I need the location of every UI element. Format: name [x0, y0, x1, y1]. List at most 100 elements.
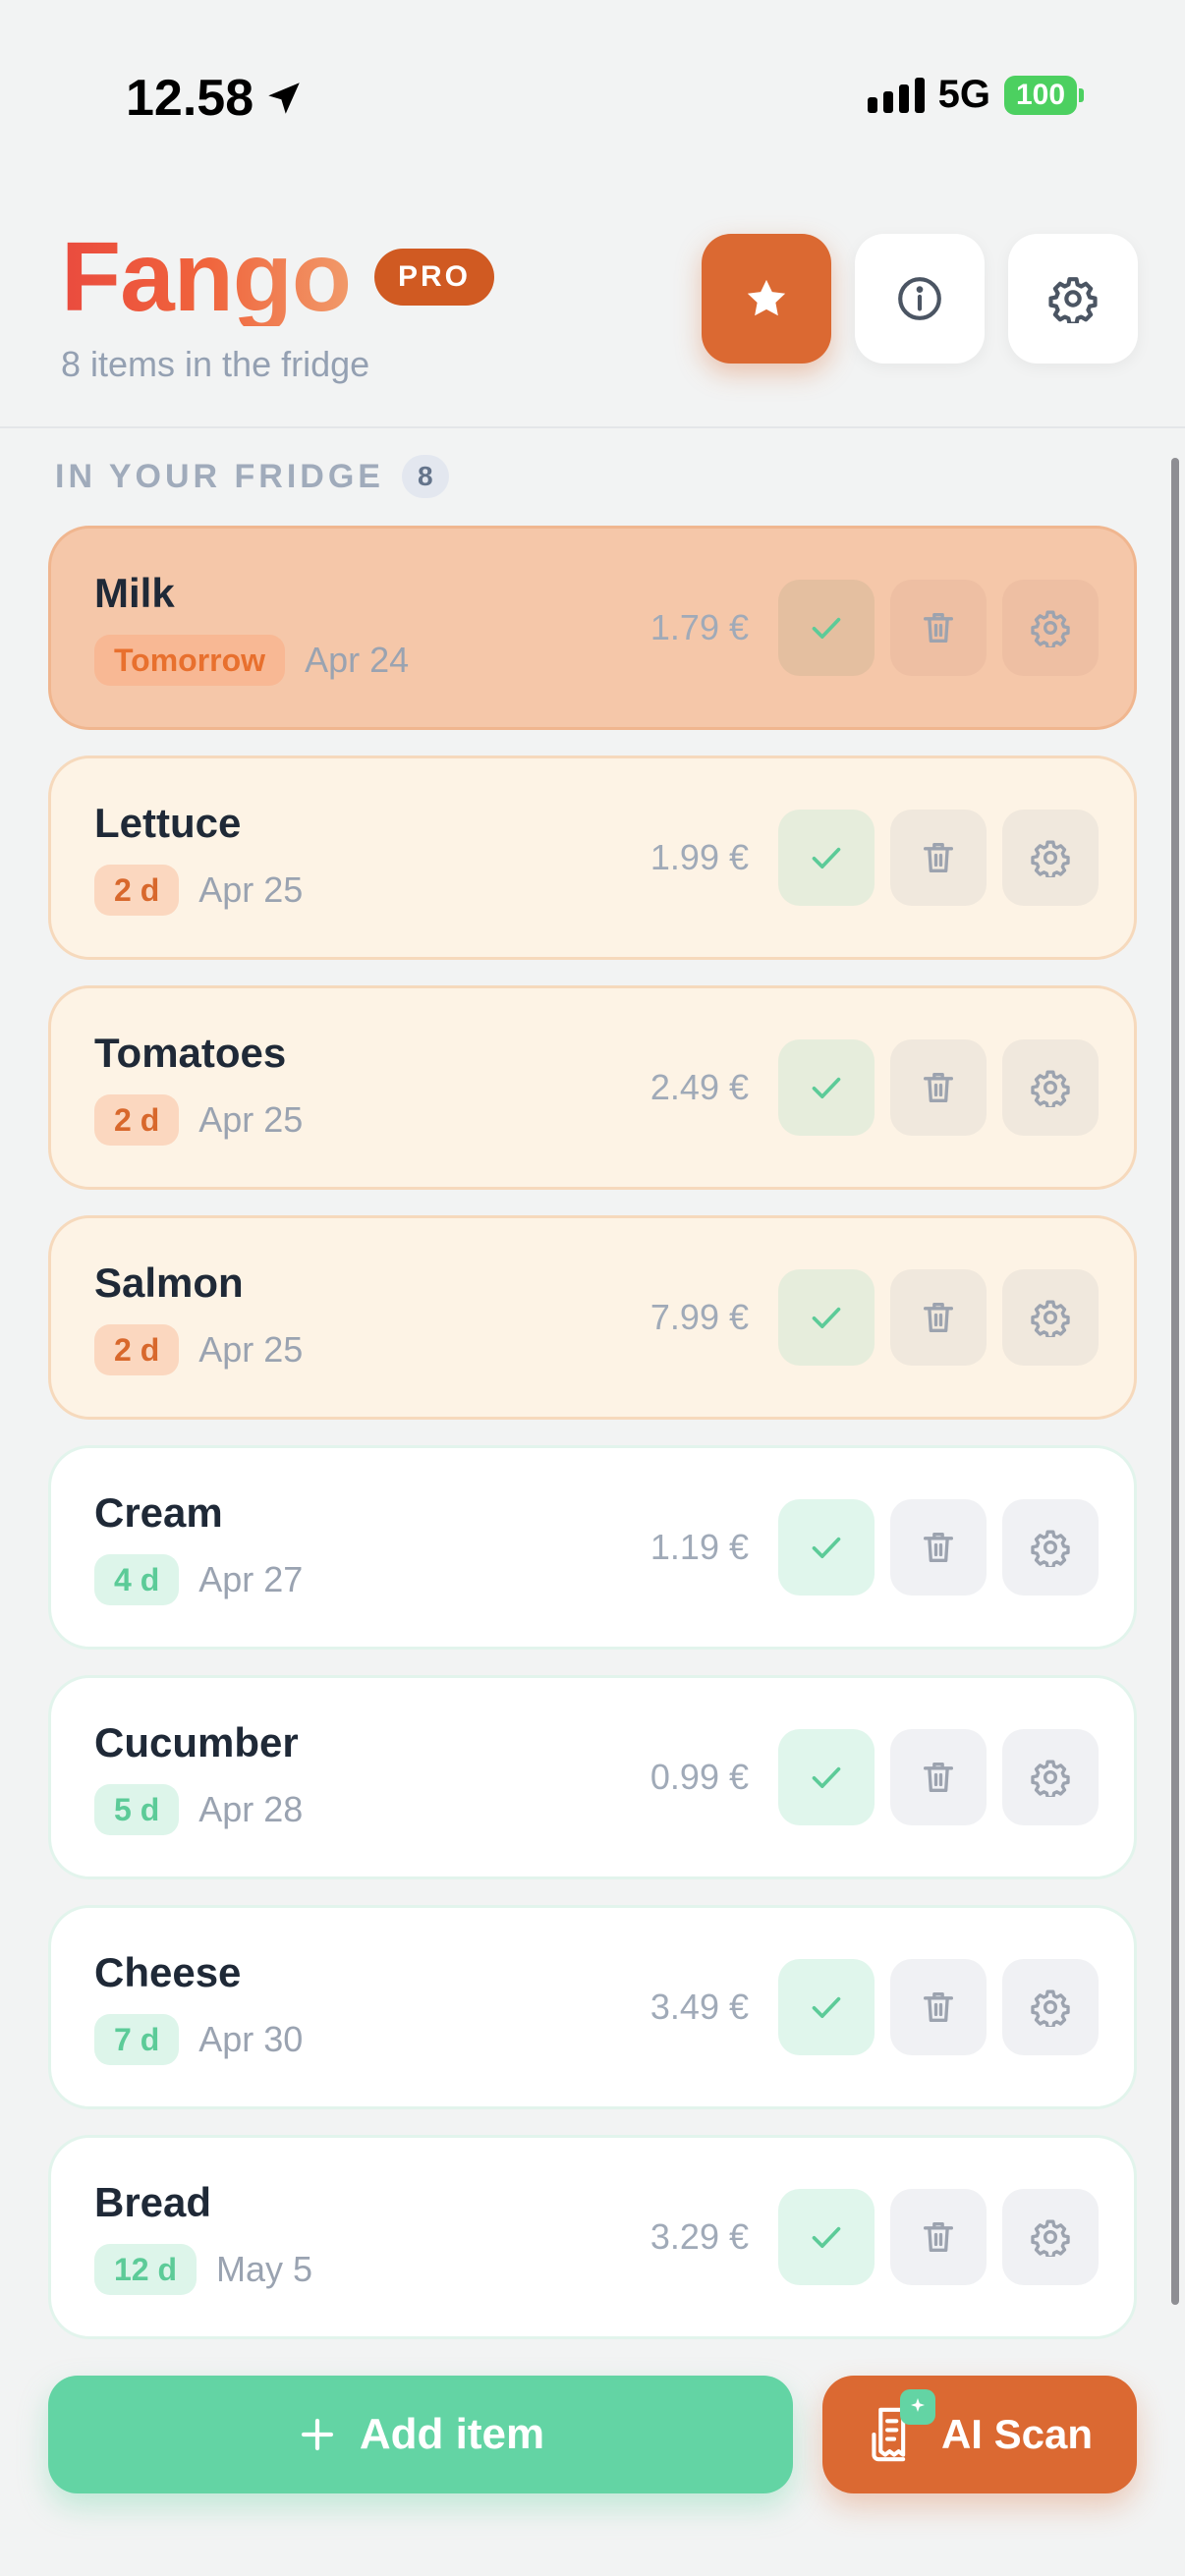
item-price: 0.99 €: [649, 1757, 749, 1797]
delete-item-button[interactable]: [890, 1499, 987, 1596]
item-price: 2.49 €: [649, 1067, 749, 1107]
check-icon: [812, 2226, 841, 2248]
fridge-item-card[interactable]: Tomatoes 2 d Apr 25 2.49 €: [48, 985, 1137, 1190]
info-icon: [898, 277, 941, 320]
favorites-button[interactable]: [702, 234, 831, 364]
days-left-badge: 4 d: [94, 1554, 180, 1605]
trash-icon: [924, 2222, 953, 2252]
item-name: Salmon: [94, 1260, 244, 1306]
scrollbar[interactable]: [1171, 458, 1179, 2305]
mark-used-button[interactable]: [778, 580, 875, 676]
gear-icon: [1031, 1530, 1070, 1567]
item-settings-button[interactable]: [1002, 580, 1099, 676]
fridge-item-card[interactable]: Cheese 7 d Apr 30 3.49 €: [48, 1905, 1137, 2109]
status-time: 12.58: [126, 69, 305, 128]
delete-item-button[interactable]: [890, 1039, 987, 1136]
pro-badge: PRO: [373, 249, 494, 306]
item-settings-button[interactable]: [1002, 810, 1099, 906]
mark-used-button[interactable]: [778, 810, 875, 906]
trash-icon: [924, 1992, 953, 2022]
item-name: Cream: [94, 1489, 223, 1536]
days-left-badge: 7 d: [94, 2014, 180, 2065]
fridge-item-card[interactable]: Salmon 2 d Apr 25 7.99 €: [48, 1215, 1137, 1420]
check-icon: [812, 1307, 841, 1328]
item-settings-button[interactable]: [1002, 1729, 1099, 1825]
check-icon: [812, 1766, 841, 1788]
mark-used-button[interactable]: [778, 1039, 875, 1136]
days-left-badge: 2 d: [94, 865, 180, 916]
item-meta: 4 d Apr 27: [94, 1554, 303, 1605]
item-price: 3.49 €: [649, 1987, 749, 2027]
item-price: 1.79 €: [649, 607, 749, 647]
receipt-icon: [867, 2389, 935, 2466]
item-name: Cheese: [94, 1949, 242, 1995]
add-item-label: Add item: [359, 2410, 545, 2458]
item-meta: 2 d Apr 25: [94, 865, 303, 916]
item-settings-button[interactable]: [1002, 2189, 1099, 2285]
item-count-subtitle: 8 items in the fridge: [61, 344, 370, 384]
gear-icon: [1031, 840, 1070, 877]
mark-used-button[interactable]: [778, 1269, 875, 1366]
section-title: IN YOUR FRIDGE: [55, 457, 384, 495]
trash-icon: [924, 1533, 953, 1562]
days-left-badge: 5 d: [94, 1784, 180, 1835]
delete-item-button[interactable]: [890, 580, 987, 676]
days-left-badge: 12 d: [94, 2244, 198, 2295]
fridge-item-card[interactable]: Milk Tomorrow Apr 24 1.79 €: [48, 526, 1137, 730]
signal-icon: [867, 77, 925, 113]
days-left-badge: 2 d: [94, 1324, 180, 1375]
add-item-button[interactable]: Add item: [48, 2376, 793, 2493]
settings-button[interactable]: [1008, 234, 1138, 364]
expiry-date: Apr 25: [198, 1099, 304, 1140]
item-settings-button[interactable]: [1002, 1959, 1099, 2055]
check-icon: [812, 847, 841, 868]
delete-item-button[interactable]: [890, 810, 987, 906]
delete-item-button[interactable]: [890, 1269, 987, 1366]
mark-used-button[interactable]: [778, 1499, 875, 1596]
item-name: Milk: [94, 570, 175, 616]
item-price: 1.19 €: [649, 1527, 749, 1567]
item-price: 3.29 €: [649, 2216, 749, 2257]
gear-icon: [1031, 610, 1070, 647]
trash-icon: [924, 1073, 953, 1102]
network-type: 5G: [937, 73, 990, 116]
delete-item-button[interactable]: [890, 1959, 987, 2055]
expiry-date: Apr 28: [198, 1789, 304, 1829]
expiry-date: Apr 25: [198, 869, 304, 910]
status-time-text: 12.58: [126, 70, 254, 127]
delete-item-button[interactable]: [890, 1729, 987, 1825]
item-meta: 2 d Apr 25: [94, 1094, 303, 1146]
item-settings-button[interactable]: [1002, 1039, 1099, 1136]
expiry-date: Apr 27: [198, 1559, 304, 1599]
item-price: 7.99 €: [649, 1297, 749, 1337]
app-title: Fango: [61, 222, 352, 332]
item-meta: 2 d Apr 25: [94, 1324, 303, 1375]
item-settings-button[interactable]: [1002, 1269, 1099, 1366]
item-settings-button[interactable]: [1002, 1499, 1099, 1596]
fridge-item-card[interactable]: Bread 12 d May 5 3.29 €: [48, 2135, 1137, 2339]
check-icon: [812, 617, 841, 639]
expiry-date: Apr 25: [198, 1329, 304, 1370]
days-left-badge: 2 d: [94, 1094, 180, 1146]
item-name: Lettuce: [94, 800, 242, 846]
gear-icon: [1031, 2219, 1070, 2257]
mark-used-button[interactable]: [778, 1959, 875, 2055]
ai-scan-button[interactable]: AI Scan: [822, 2376, 1137, 2493]
battery-icon: 100: [1004, 75, 1084, 115]
info-button[interactable]: [855, 234, 985, 364]
fridge-item-card[interactable]: Cucumber 5 d Apr 28 0.99 €: [48, 1675, 1137, 1879]
item-meta: Tomorrow Apr 24: [94, 635, 409, 686]
fridge-item-card[interactable]: Lettuce 2 d Apr 25 1.99 €: [48, 756, 1137, 960]
mark-used-button[interactable]: [778, 1729, 875, 1825]
check-icon: [812, 1077, 841, 1098]
star-icon: [747, 279, 786, 316]
delete-item-button[interactable]: [890, 2189, 987, 2285]
mark-used-button[interactable]: [778, 2189, 875, 2285]
item-meta: 5 d Apr 28: [94, 1784, 303, 1835]
gear-icon: [1031, 1300, 1070, 1337]
fridge-item-card[interactable]: Cream 4 d Apr 27 1.19 €: [48, 1445, 1137, 1650]
days-left-badge: Tomorrow: [94, 635, 286, 686]
brand: Fango PRO: [61, 228, 494, 326]
expiry-date: Apr 24: [305, 640, 410, 680]
ai-scan-label: AI Scan: [940, 2411, 1094, 2457]
